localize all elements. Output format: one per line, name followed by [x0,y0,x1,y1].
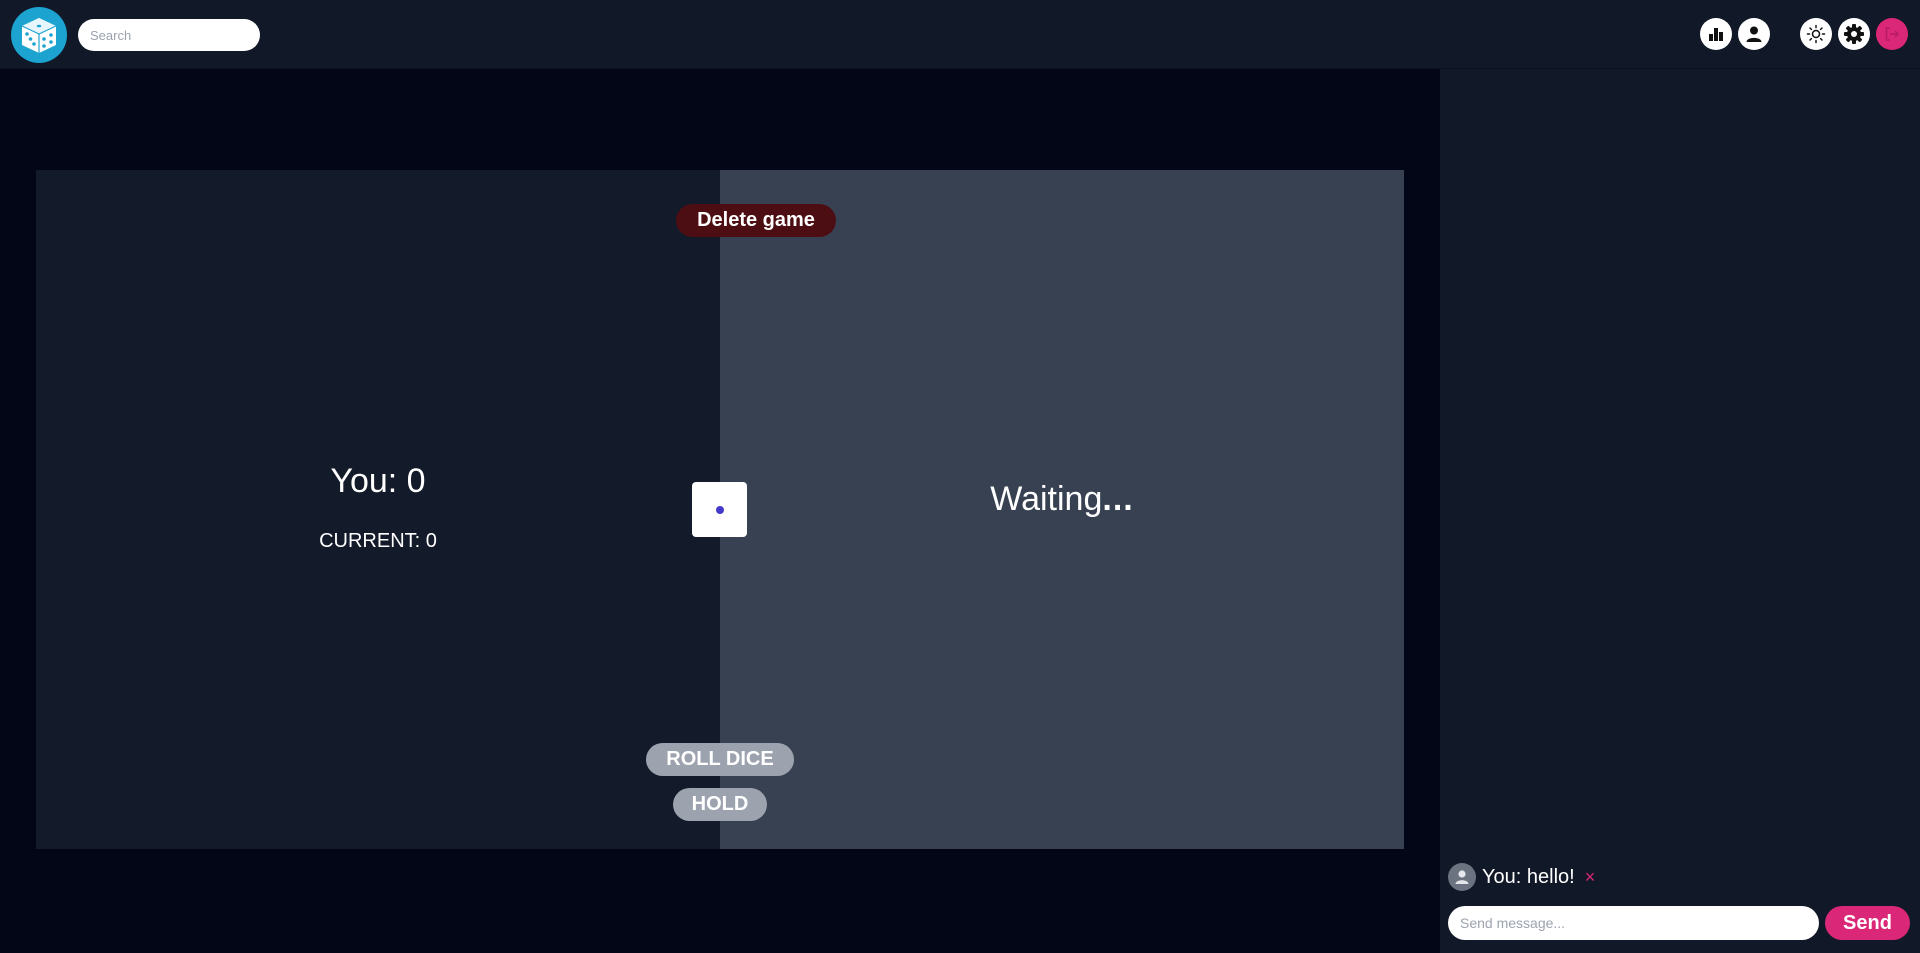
player-panel-you: You: 0 CURRENT: 0 [36,170,720,849]
theme-toggle-button[interactable] [1800,18,1832,50]
sun-icon [1806,24,1826,44]
top-header [0,0,1920,69]
user-icon [1744,24,1764,44]
send-button[interactable]: Send [1825,906,1910,940]
hold-button[interactable]: HOLD [673,788,767,821]
chat-message: You: hello! × [1448,863,1595,891]
leaderboard-icon [1707,25,1725,43]
avatar-icon [1448,863,1476,891]
delete-game-button[interactable]: Delete game [676,204,836,237]
chat-input[interactable] [1448,906,1819,940]
leaderboard-button[interactable] [1700,18,1732,50]
logout-icon [1883,25,1901,43]
dice [692,482,747,537]
waiting-label: Waiting [990,480,1103,518]
dice-pip [715,505,724,514]
gear-icon [1843,23,1865,45]
current-score: CURRENT: 0 [319,530,437,552]
search-input[interactable] [78,19,260,51]
player-panel-opponent: Waiting... [720,170,1404,849]
dice-logo-icon[interactable] [11,7,67,63]
player-score: You: 0 [330,462,426,500]
logout-button[interactable] [1876,18,1908,50]
game-board: You: 0 CURRENT: 0 Waiting... Delete game… [36,170,1404,849]
waiting-status: Waiting... [720,480,1404,519]
waiting-dots: ... [1102,480,1134,518]
delete-message-icon[interactable]: × [1585,867,1596,888]
settings-button[interactable] [1838,18,1870,50]
roll-dice-button[interactable]: ROLL DICE [646,743,794,776]
chat-author: You: [1482,865,1522,888]
chat-panel [1440,69,1920,953]
profile-button[interactable] [1738,18,1770,50]
chat-text: hello! [1526,865,1575,888]
